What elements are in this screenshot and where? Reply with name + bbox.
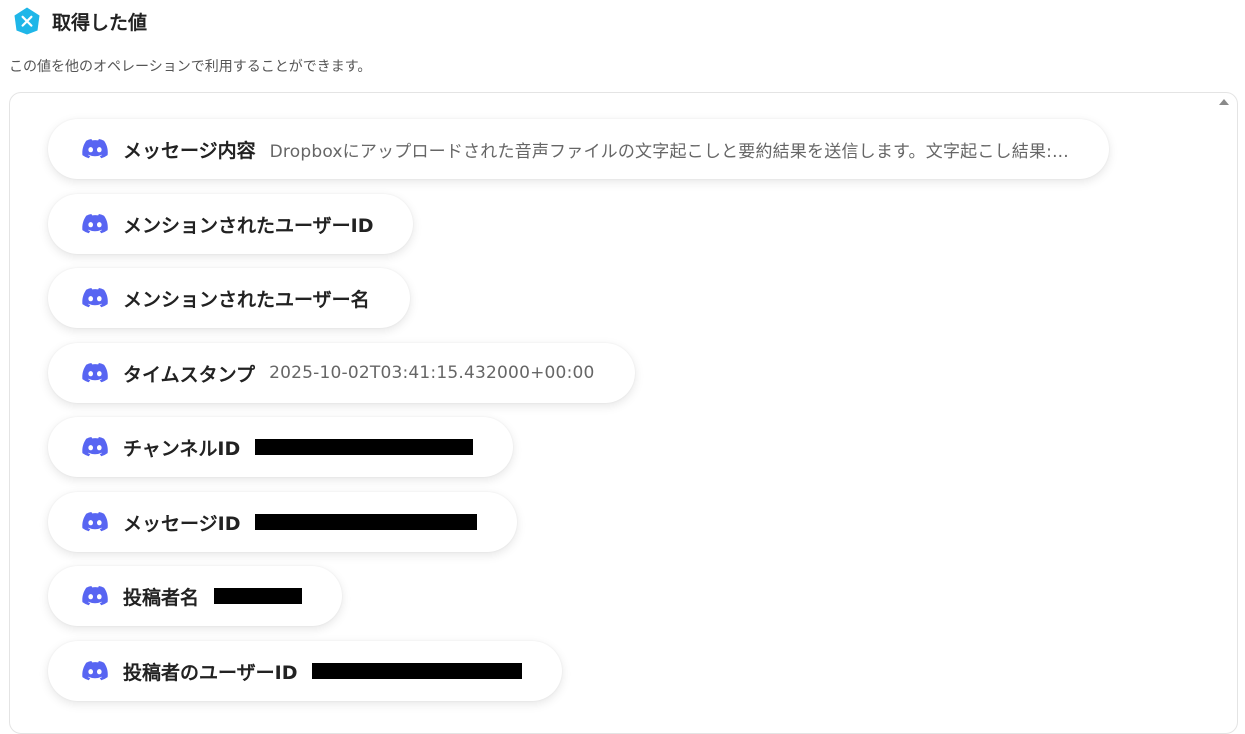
redacted-value xyxy=(214,588,303,604)
value-label: メンションされたユーザー名 xyxy=(123,288,370,311)
value-pill-author-user-id[interactable]: 投稿者のユーザーID xyxy=(48,641,563,701)
redacted-value xyxy=(312,663,523,679)
section-title: 取得した値 xyxy=(52,11,148,34)
scrollbar[interactable] xyxy=(1223,113,1237,733)
discord-icon xyxy=(82,214,108,234)
value-label: メッセージ内容 xyxy=(123,139,256,162)
discord-icon xyxy=(82,437,108,457)
value-pill-mentioned-user-name[interactable]: メンションされたユーザー名 xyxy=(48,268,410,328)
value-label: 投稿者名 xyxy=(123,586,200,609)
discord-icon xyxy=(82,139,108,159)
discord-icon xyxy=(82,512,108,532)
value-pill-message-content[interactable]: メッセージ内容 Dropboxにアップロードされた音声ファイルの文字起こしと要約… xyxy=(48,119,1109,179)
discord-icon xyxy=(82,288,108,308)
value-label: メッセージID xyxy=(123,512,241,535)
discord-icon xyxy=(82,661,108,681)
redacted-value xyxy=(255,439,474,455)
value-pill-mentioned-user-id[interactable]: メンションされたユーザーID xyxy=(48,194,414,254)
values-panel: メッセージ内容 Dropboxにアップロードされた音声ファイルの文字起こしと要約… xyxy=(9,92,1238,734)
value-pill-message-id[interactable]: メッセージID xyxy=(48,492,518,552)
value-pill-channel-id[interactable]: チャンネルID xyxy=(48,417,514,477)
value-pill-timestamp[interactable]: タイムスタンプ 2025-10-02T03:41:15.432000+00:00 xyxy=(48,343,635,403)
value-label: 投稿者のユーザーID xyxy=(123,661,298,684)
value-label: チャンネルID xyxy=(123,437,241,460)
value-text: Dropboxにアップロードされた音声ファイルの文字起こしと要約結果を送信します… xyxy=(269,141,1069,162)
scroll-up-arrow-icon[interactable] xyxy=(1219,99,1229,105)
value-pill-author-name[interactable]: 投稿者名 xyxy=(48,566,343,626)
section-description: この値を他のオペレーションで利用することができます。 xyxy=(9,59,372,75)
value-label: メンションされたユーザーID xyxy=(123,214,374,237)
value-text: 2025-10-02T03:41:15.432000+00:00 xyxy=(269,363,595,383)
value-label: タイムスタンプ xyxy=(123,363,256,386)
yoom-hexagon-x-icon xyxy=(14,7,40,35)
discord-icon xyxy=(82,363,108,383)
discord-icon xyxy=(82,586,108,606)
section-header: 取得した値 xyxy=(12,6,147,36)
redacted-value xyxy=(255,514,478,530)
